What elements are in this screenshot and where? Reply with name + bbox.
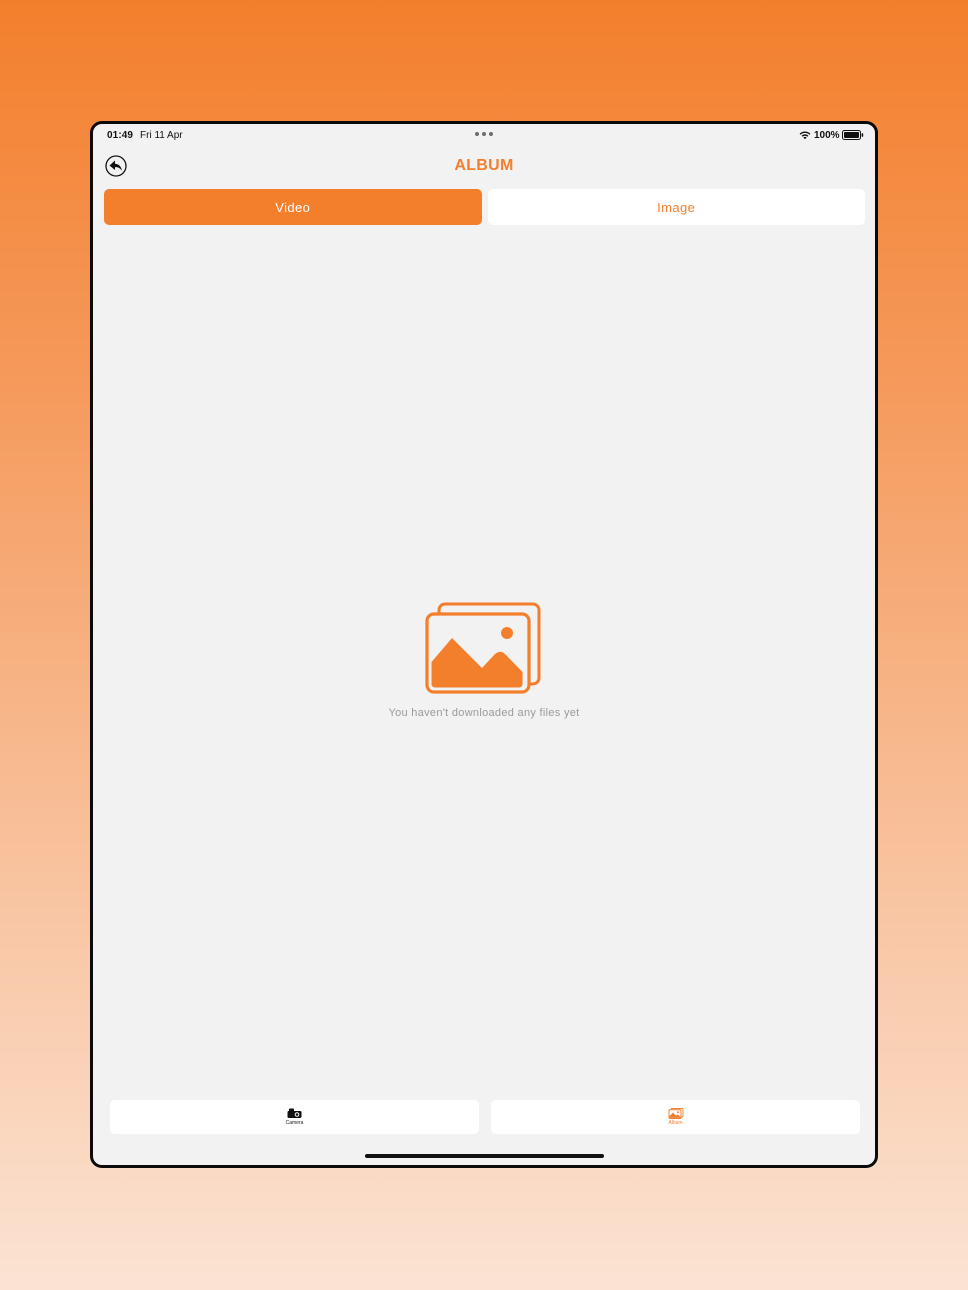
camera-icon: [287, 1108, 301, 1118]
tab-bar-item-album[interactable]: Album: [491, 1100, 860, 1134]
home-indicator[interactable]: [365, 1154, 604, 1158]
empty-state: You haven't downloaded any files yet: [93, 602, 875, 719]
tab-bar-label-album: Album: [668, 1120, 683, 1126]
album-icon: [668, 1108, 683, 1119]
status-bar: 01:49 Fri 11 Apr 100%: [93, 124, 875, 148]
tab-bar-item-camera[interactable]: Camera: [110, 1100, 479, 1134]
status-time: 01:49: [107, 130, 134, 141]
media-type-segmented-control: Video Image: [104, 189, 865, 225]
bottom-tab-bar: Camera Album: [110, 1100, 860, 1134]
multitasking-dots-icon[interactable]: [475, 132, 493, 136]
battery-icon: [842, 130, 864, 140]
tab-video[interactable]: Video: [104, 189, 482, 225]
tab-image[interactable]: Image: [487, 189, 865, 225]
device-frame: 01:49 Fri 11 Apr 100% ALBUM Video Image: [90, 121, 878, 1168]
photo-gallery-icon: [425, 602, 541, 694]
status-date: Fri 11 Apr: [140, 130, 183, 141]
empty-state-message: You haven't downloaded any files yet: [388, 707, 580, 719]
wifi-icon: [799, 131, 811, 140]
battery-percentage: 100%: [814, 130, 840, 141]
tab-bar-label-camera: Camera: [285, 1120, 304, 1126]
page-title: ALBUM: [454, 157, 514, 174]
